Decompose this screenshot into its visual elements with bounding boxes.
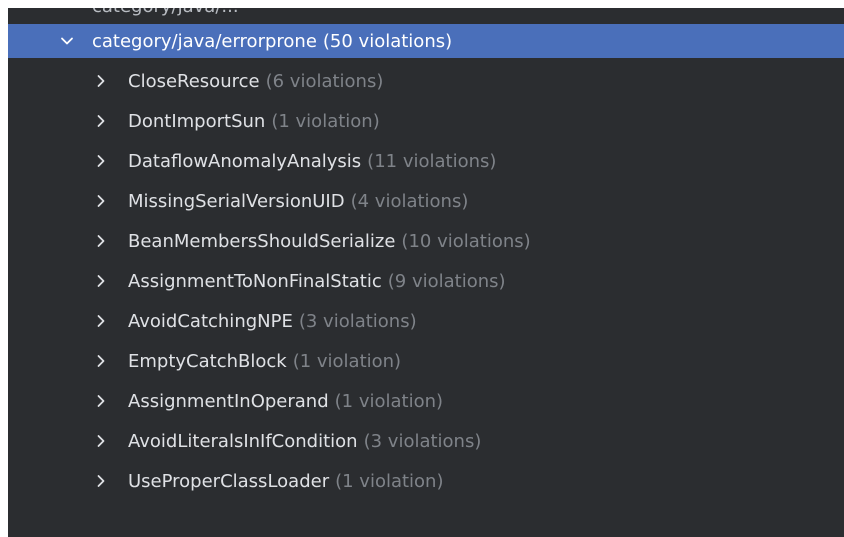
tree-node[interactable]: DataflowAnomalyAnalysis (11 violations) [8, 141, 844, 181]
chevron-right-icon[interactable] [92, 152, 110, 170]
tree-node[interactable]: UseProperClassLoader (1 violation) [8, 461, 844, 501]
violation-count: (11 violations) [367, 150, 497, 172]
tree-node-label: EmptyCatchBlock [128, 350, 287, 372]
violation-count: (1 violation) [271, 110, 380, 132]
tree-node-label: MissingSerialVersionUID [128, 190, 345, 212]
chevron-right-icon[interactable] [92, 432, 110, 450]
tree-node[interactable]: AvoidCatchingNPE (3 violations) [8, 301, 844, 341]
tree-node[interactable]: DontImportSun (1 violation) [8, 101, 844, 141]
tree-node[interactable]: MissingSerialVersionUID (4 violations) [8, 181, 844, 221]
tree-children: CloseResource (6 violations) DontImportS… [8, 61, 844, 501]
violation-count: (1 violation) [335, 470, 444, 492]
tree-node[interactable]: AvoidLiteralsInIfCondition (3 violations… [8, 421, 844, 461]
tree-node-label: UseProperClassLoader [128, 470, 330, 492]
violation-count: (9 violations) [387, 270, 506, 292]
chevron-right-icon[interactable] [92, 232, 110, 250]
violation-count: (3 violations) [363, 430, 482, 452]
tree-node-label: AssignmentInOperand [128, 390, 329, 412]
chevron-right-icon[interactable] [92, 192, 110, 210]
tree-panel: category/java/... category/java/errorpro… [8, 8, 844, 537]
violations-tree: category/java/errorprone (50 violations)… [8, 24, 844, 501]
tree-node-label: CloseResource [128, 70, 260, 92]
tree-node[interactable]: AssignmentInOperand (1 violation) [8, 381, 844, 421]
chevron-down-icon[interactable] [58, 32, 76, 50]
chevron-right-icon[interactable] [92, 392, 110, 410]
tree-node[interactable]: BeanMembersShouldSerialize (10 violation… [8, 221, 844, 261]
tree-node-label: AssignmentToNonFinalStatic [128, 270, 382, 292]
tree-node[interactable]: CloseResource (6 violations) [8, 61, 844, 101]
violation-count: (50 violations) [322, 30, 453, 52]
violation-count: (1 violation) [292, 350, 402, 372]
violation-count: (4 violations) [350, 190, 469, 212]
tree-node-label: AvoidCatchingNPE [128, 310, 293, 332]
tree-node-label: BeanMembersShouldSerialize [128, 230, 396, 252]
violation-count: (3 violations) [298, 310, 417, 332]
tree-node-label: DataflowAnomalyAnalysis [128, 150, 362, 172]
tree-node[interactable]: AssignmentToNonFinalStatic (9 violations… [8, 261, 844, 301]
tree-node-label: category/java/errorprone [92, 30, 317, 52]
chevron-right-icon[interactable] [92, 72, 110, 90]
chevron-right-icon[interactable] [92, 272, 110, 290]
tree-node-errorprone[interactable]: category/java/errorprone (50 violations) [8, 24, 844, 58]
violation-count: (10 violations) [401, 230, 531, 252]
tree-node-label: AvoidLiteralsInIfCondition [128, 430, 358, 452]
clipped-tree-row[interactable]: category/java/... [92, 8, 239, 17]
tree-node[interactable]: EmptyCatchBlock (1 violation) [8, 341, 844, 381]
violation-count: (1 violation) [334, 390, 444, 412]
violation-count: (6 violations) [265, 70, 384, 92]
chevron-right-icon[interactable] [92, 472, 110, 490]
tree-node-label: DontImportSun [128, 110, 266, 132]
chevron-right-icon[interactable] [92, 352, 110, 370]
chevron-right-icon[interactable] [92, 112, 110, 130]
chevron-right-icon[interactable] [92, 312, 110, 330]
